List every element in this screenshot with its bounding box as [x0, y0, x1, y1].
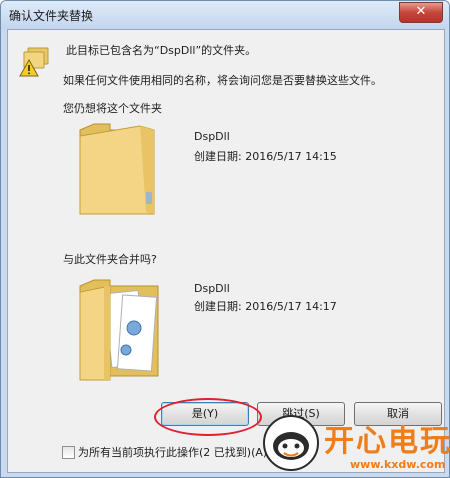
confirm-folder-replace-dialog: 确认文件夹替换 ✕ 此目标已包含名为“DspDll”的文件夹。 如果任何文件使用… [0, 0, 450, 478]
title-bar[interactable]: 确认文件夹替换 ✕ [1, 1, 449, 29]
source-folder-name: DspDll [194, 282, 230, 295]
apply-to-all-label[interactable]: 为所有当前项执行此操作(2 已找到)(A) [78, 444, 267, 460]
merge-prompt: 与此文件夹合并吗? [63, 253, 157, 266]
dialog-body: 此目标已包含名为“DspDll”的文件夹。 如果任何文件使用相同的名称，将会询问… [7, 29, 445, 473]
window-title: 确认文件夹替换 [9, 9, 94, 23]
watermark-brand: 开心电玩 [324, 424, 450, 459]
source-folder-icon[interactable] [74, 276, 170, 384]
message-line-2: 如果任何文件使用相同的名称，将会询问您是否要替换这些文件。 [63, 74, 382, 87]
highlight-ellipse [154, 398, 262, 436]
destination-folder-name: DspDll [194, 130, 230, 143]
watermark-url: www.kxdw.com [350, 458, 446, 471]
message-line-1: 此目标已包含名为“DspDll”的文件夹。 [66, 44, 257, 57]
site-watermark: 开心电玩 www.kxdw.com [262, 412, 450, 478]
mascot-logo-icon [263, 415, 319, 471]
apply-to-all-checkbox[interactable] [62, 446, 75, 459]
destination-folder-icon[interactable] [76, 122, 158, 218]
folder-warning-icon [19, 47, 49, 77]
keep-prompt: 您仍想将这个文件夹 [63, 102, 162, 115]
close-button[interactable]: ✕ [399, 2, 443, 23]
destination-folder-date: 创建日期: 2016/5/17 14:15 [194, 150, 337, 163]
source-folder-date: 创建日期: 2016/5/17 14:17 [194, 300, 337, 313]
